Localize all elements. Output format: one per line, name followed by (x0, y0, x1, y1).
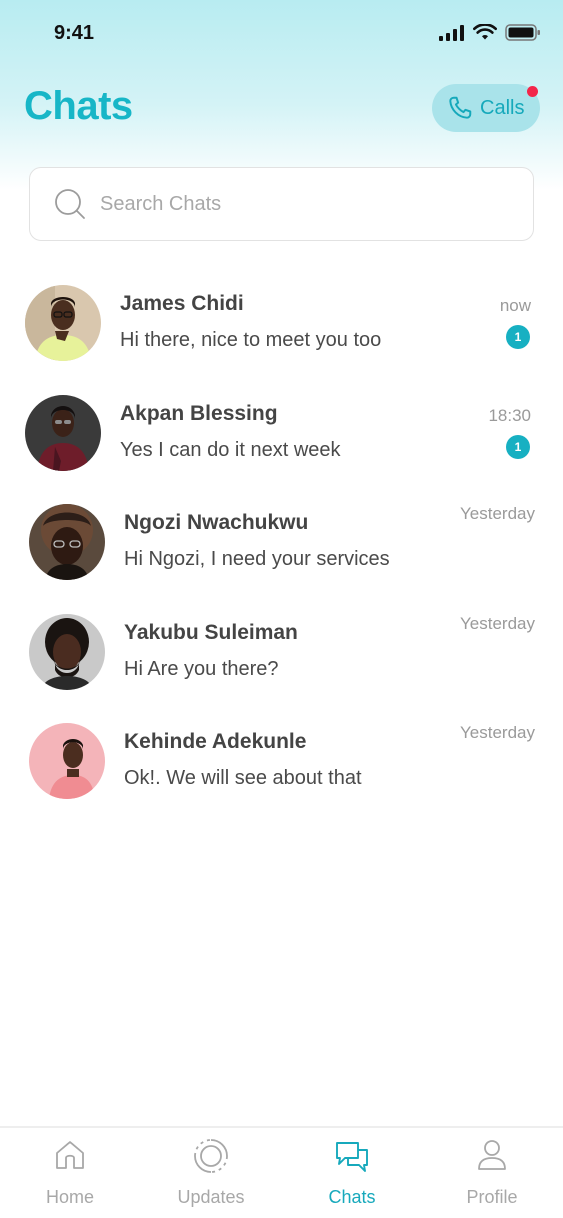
tab-label: Chats (328, 1187, 376, 1207)
avatar (29, 613, 105, 690)
unread-badge: 1 (506, 325, 530, 349)
chat-row-akpan-blessing[interactable]: Akpan Blessing Yes I can do it next week… (0, 378, 563, 488)
message-preview: Ok!. We will see about that (124, 767, 362, 789)
updates-icon (194, 1139, 228, 1173)
page-title: Chats (24, 84, 133, 128)
chat-row-kehinde-adekunle[interactable]: Kehinde Adekunle Ok!. We will see about … (0, 706, 563, 816)
search-icon (55, 189, 85, 219)
message-preview: Yes I can do it next week (120, 438, 341, 461)
chat-row-james-chidi[interactable]: James Chidi Hi there, nice to meet you t… (0, 268, 563, 378)
avatar (25, 285, 101, 361)
calls-label: Calls (480, 96, 525, 119)
calls-button[interactable]: Calls (432, 84, 540, 132)
message-time: 18:30 (488, 405, 531, 425)
home-icon (56, 1141, 84, 1169)
status-icons (439, 24, 541, 41)
message-preview: Hi there, nice to meet you too (120, 329, 382, 351)
message-time: now (499, 296, 531, 315)
tab-label: Profile (466, 1187, 518, 1207)
status-time: 9:41 (54, 22, 95, 44)
message-preview: Hi Ngozi, I need your services (124, 548, 390, 570)
message-time: Yesterday (460, 613, 535, 633)
contact-name: Akpan Blessing (120, 401, 278, 425)
avatar (25, 394, 101, 471)
tab-chats[interactable]: Chats (282, 1128, 422, 1218)
avatar (29, 504, 105, 580)
cellular-signal-icon (439, 24, 464, 41)
profile-icon (478, 1140, 506, 1170)
chat-list: James Chidi Hi there, nice to meet you t… (0, 268, 563, 816)
status-bar: 9:41 (0, 0, 563, 70)
phone-icon (449, 96, 472, 119)
tab-label: Home (45, 1187, 94, 1207)
contact-name: James Chidi (120, 292, 244, 315)
contact-name: Yakubu Suleiman (124, 620, 298, 644)
contact-name: Kehinde Adekunle (124, 730, 307, 753)
chat-row-ngozi-nwachukwu[interactable]: Ngozi Nwachukwu Hi Ngozi, I need your se… (0, 487, 563, 597)
unread-badge: 1 (506, 434, 530, 459)
chat-row-yakubu-suleiman[interactable]: Yakubu Suleiman Hi Are you there? Yester… (0, 597, 563, 707)
contact-name: Ngozi Nwachukwu (124, 511, 309, 534)
message-time: Yesterday (460, 723, 535, 742)
wifi-icon (473, 24, 497, 40)
message-time: Yesterday (460, 504, 535, 523)
tab-home[interactable]: Home (0, 1128, 140, 1218)
tab-updates[interactable]: Updates (141, 1128, 281, 1218)
notification-dot (527, 86, 538, 97)
tab-profile[interactable]: Profile (422, 1128, 562, 1218)
bottom-tab-bar: Home Updates Chats Profile (0, 1126, 563, 1218)
chats-icon (336, 1142, 368, 1172)
search-bar[interactable] (29, 167, 534, 241)
search-input[interactable] (100, 192, 480, 216)
avatar (29, 723, 105, 799)
tab-label: Updates (177, 1187, 245, 1207)
battery-icon (505, 24, 540, 41)
message-preview: Hi Are you there? (124, 657, 279, 680)
